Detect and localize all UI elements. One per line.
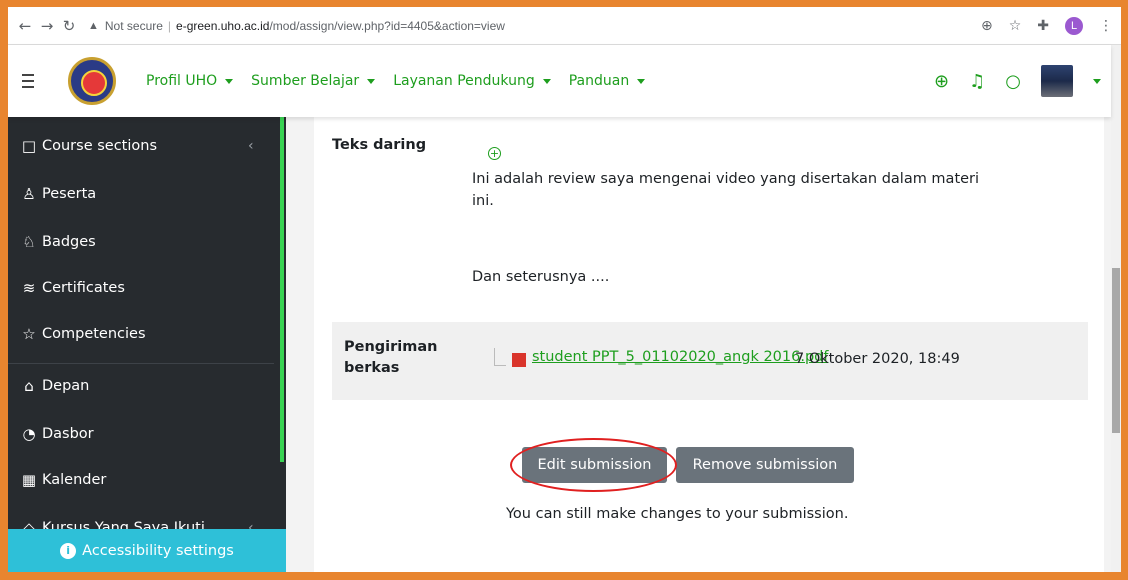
submission-status-card: Teks daring + Ini adalah review saya men… (314, 117, 1104, 572)
browser-address-bar: ← → ↻ ▲ Not secure | e-green.uho.ac.id /… (8, 7, 1121, 45)
sidebar-item-label: Course sections (42, 138, 158, 154)
url-path: /mod/assign/view.php?id=4405&action=view (269, 18, 505, 33)
menu-item-label: Profil UHO (146, 73, 218, 89)
url-field[interactable]: ▲ Not secure | e-green.uho.ac.id /mod/as… (88, 19, 505, 33)
profile-avatar[interactable]: L (1065, 17, 1083, 35)
sidebar-item-dasbor[interactable]: ◔ Dasbor (20, 425, 94, 443)
home-icon: ⌂ (24, 377, 34, 395)
extensions-icon[interactable]: ✚ (1037, 18, 1049, 34)
caret-down-icon (542, 78, 551, 84)
sidebar-item-label: Badges (42, 234, 96, 250)
navbar-right-tools: ⊕ ♫ ○ (934, 45, 1101, 117)
sidebar-item-depan[interactable]: ⌂ Depan (20, 377, 89, 395)
accessibility-label: Accessibility settings (82, 542, 234, 559)
dashboard-icon: ◔ (22, 425, 36, 443)
url-host: e-green.uho.ac.id (176, 18, 270, 33)
caret-down-icon (637, 78, 646, 84)
screenshot-frame: ← → ↻ ▲ Not secure | e-green.uho.ac.id /… (8, 7, 1121, 572)
not-secure-label: Not secure (104, 18, 163, 33)
submission-note: You can still make changes to your submi… (506, 506, 849, 522)
url-separator: | (167, 18, 172, 33)
notification-bell-icon[interactable]: ♫ (969, 71, 985, 92)
sidebar-item-label: Dasbor (42, 426, 94, 442)
remove-submission-button[interactable]: Remove submission (676, 447, 854, 483)
accessibility-settings-button[interactable]: i Accessibility settings (8, 529, 286, 572)
badge-icon: ♘ (22, 233, 36, 251)
menu-item-label: Sumber Belajar (251, 73, 360, 89)
users-icon: ♙ (22, 185, 36, 203)
zoom-icon[interactable]: ⊕ (981, 18, 993, 34)
star-icon: ☆ (22, 325, 36, 343)
main-content: Teks daring + Ini adalah review saya men… (286, 117, 1111, 572)
file-label-line-2: berkas (344, 360, 400, 376)
sidebar-item-label: Competencies (42, 326, 146, 342)
back-arrow-icon[interactable]: ← (14, 17, 36, 35)
file-label-line-1: Pengiriman (344, 339, 438, 355)
sidebar-item-course-sections[interactable]: □ Course sections (20, 137, 157, 155)
tree-connector (494, 348, 506, 366)
browser-toolbar-right: ⊕ ☆ ✚ L ⋮ (981, 7, 1113, 45)
forward-arrow-icon[interactable]: → (36, 17, 58, 35)
course-sidebar: □ Course sections ‹ ♙ Peserta ♘ Badges ≋… (8, 117, 286, 572)
hamburger-menu-icon[interactable] (22, 74, 44, 88)
menu-item-layanan-pendukung[interactable]: Layanan Pendukung (393, 73, 551, 89)
globe-language-icon[interactable]: ⊕ (934, 71, 949, 92)
sidebar-item-label: Peserta (42, 186, 97, 202)
caret-down-icon (225, 78, 234, 84)
calendar-icon: ▦ (21, 471, 37, 489)
menu-item-profil-uho[interactable]: Profil UHO (146, 73, 234, 89)
menu-item-label: Panduan (568, 73, 630, 89)
user-menu-caret-icon[interactable] (1093, 78, 1101, 84)
online-text-line-1: Ini adalah review saya mengenai video ya… (472, 171, 980, 187)
sidebar-item-kalender[interactable]: ▦ Kalender (20, 471, 106, 489)
messages-chat-icon[interactable]: ○ (1005, 71, 1021, 92)
warning-icon: ▲ (88, 19, 99, 32)
sidebar-item-label: Kalender (42, 472, 107, 488)
page-scrollbar[interactable] (1111, 45, 1121, 572)
file-timestamp: 7 Oktober 2020, 18:49 (795, 351, 960, 367)
pdf-file-icon (512, 353, 526, 367)
submitted-file-link[interactable]: student PPT_5_01102020_angk 2016.pdf (532, 349, 828, 365)
sidebar-item-competencies[interactable]: ☆ Competencies (20, 325, 146, 343)
sidebar-scroll-accent (280, 117, 284, 462)
sidebar-item-label: Certificates (42, 280, 125, 296)
sidebar-item-badges[interactable]: ♘ Badges (20, 233, 96, 251)
main-menu: Profil UHO Sumber Belajar Layanan Penduk… (146, 73, 646, 89)
online-text-line-3: Dan seterusnya .... (472, 269, 610, 285)
layers-icon: ≋ (22, 279, 36, 297)
user-avatar[interactable] (1041, 65, 1073, 97)
menu-item-label: Layanan Pendukung (393, 73, 535, 89)
sidebar-item-label: Depan (42, 378, 90, 394)
folder-icon: □ (21, 137, 37, 155)
expand-plus-icon[interactable]: + (488, 147, 501, 160)
menu-item-sumber-belajar[interactable]: Sumber Belajar (251, 73, 376, 89)
browser-menu-icon[interactable]: ⋮ (1099, 18, 1113, 34)
scrollbar-thumb[interactable] (1112, 268, 1120, 433)
accessibility-icon: i (60, 542, 77, 559)
sidebar-item-peserta[interactable]: ♙ Peserta (20, 185, 96, 203)
menu-item-panduan[interactable]: Panduan (568, 73, 646, 89)
bookmark-star-icon[interactable]: ☆ (1009, 18, 1022, 34)
site-navbar: Profil UHO Sumber Belajar Layanan Penduk… (8, 45, 1111, 117)
sidebar-item-certificates[interactable]: ≋ Certificates (20, 279, 125, 297)
highlight-annotation-oval (510, 438, 677, 492)
online-text-label: Teks daring (332, 137, 427, 153)
sidebar-divider (8, 363, 274, 364)
online-text-line-2: ini. (472, 193, 494, 209)
file-submission-row: Pengiriman berkas student PPT_5_01102020… (332, 322, 1088, 400)
reload-icon[interactable]: ↻ (58, 17, 80, 35)
caret-down-icon (367, 78, 376, 84)
university-logo[interactable] (68, 57, 116, 105)
chevron-left-icon[interactable]: ‹ (248, 138, 254, 154)
